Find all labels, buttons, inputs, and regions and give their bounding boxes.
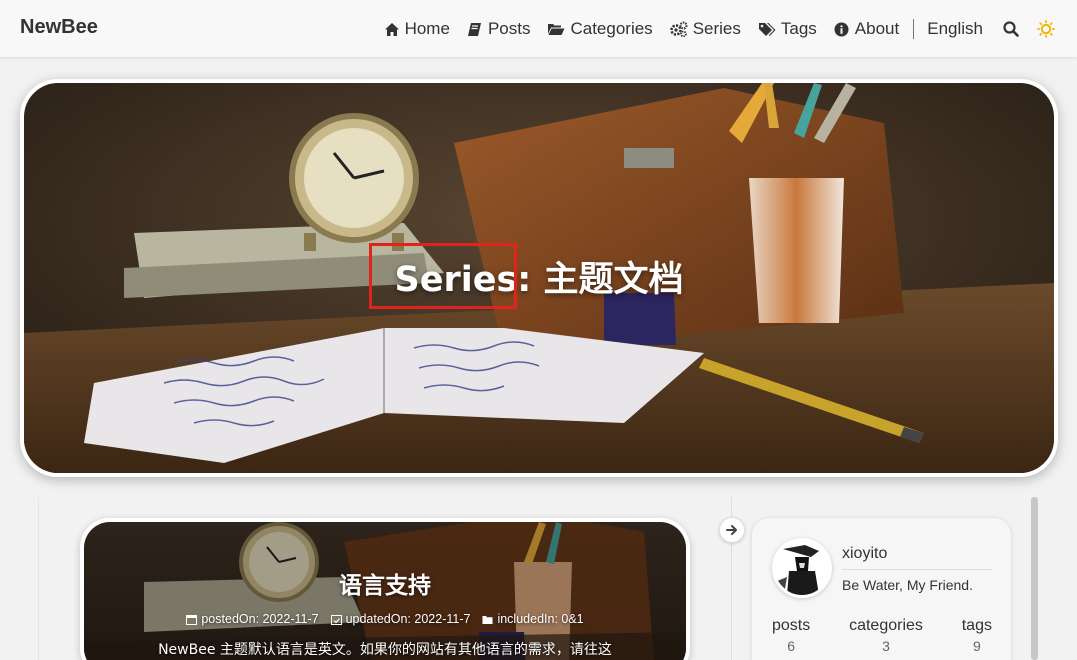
nav-item-home[interactable]: Home: [384, 19, 450, 39]
sidebar-toggle-button[interactable]: [719, 517, 745, 543]
annotation-highlight-box: [369, 243, 517, 309]
language-switcher[interactable]: English: [927, 19, 983, 39]
stat-posts-label: posts: [772, 617, 811, 634]
nav-item-posts[interactable]: Posts: [467, 19, 531, 39]
stat-posts-count: 6: [787, 638, 796, 654]
updated-on: updatedOn: 2022-11-7: [330, 612, 471, 626]
stat-categories-label: categories: [849, 617, 923, 634]
theme-toggle-button[interactable]: [1037, 20, 1055, 38]
stat-categories[interactable]: categories 3: [849, 617, 923, 654]
nav-posts-label: Posts: [487, 19, 531, 38]
arrow-right-icon: [726, 525, 737, 535]
stat-tags[interactable]: tags 9: [962, 617, 992, 654]
site-stats: posts 6 categories 3 tags 9: [772, 617, 992, 654]
top-navbar: NewBee Home Posts Categories Series Tags…: [0, 0, 1077, 58]
nav-item-about[interactable]: About: [834, 19, 899, 39]
sun-icon: [1037, 20, 1055, 38]
stat-tags-label: tags: [961, 617, 992, 634]
included-in-text: includedIn: 0&1: [497, 612, 584, 626]
nav-series-label: Series: [692, 19, 741, 38]
nav-categories-label: Categories: [570, 19, 653, 38]
avatar[interactable]: [772, 538, 832, 598]
posted-on: postedOn: 2022-11-7: [186, 612, 319, 626]
scrollbar[interactable]: [1031, 497, 1038, 660]
nav-about-label: About: [854, 19, 900, 38]
post-card[interactable]: 语言支持 postedOn: 2022-11-7 updatedOn: 2022…: [80, 518, 690, 660]
stat-tags-count: 9: [972, 638, 981, 654]
calendar-check-icon: [330, 614, 342, 625]
home-icon: [384, 21, 400, 37]
nav-tags-label: Tags: [780, 19, 817, 38]
author-name[interactable]: xioyito: [842, 545, 887, 563]
stat-categories-count: 3: [882, 638, 890, 654]
site-brand[interactable]: NewBee: [20, 16, 98, 39]
posted-on-text: postedOn: 2022-11-7: [201, 612, 319, 626]
main-nav: Home Posts Categories Series Tags About …: [367, 0, 1055, 58]
book-icon: [467, 21, 483, 37]
nav-divider: [913, 19, 915, 39]
author-motto: Be Water, My Friend.: [842, 577, 973, 593]
nav-item-tags[interactable]: Tags: [758, 19, 817, 39]
included-in[interactable]: includedIn: 0&1: [482, 612, 584, 626]
tags-icon: [758, 21, 776, 37]
calendar-icon: [186, 614, 198, 625]
post-excerpt: NewBee 主题默认语言是英文。如果你的网站有其他语言的需求，请往这: [158, 642, 612, 658]
folder-open-icon: [547, 21, 565, 37]
nav-item-categories[interactable]: Categories: [547, 19, 653, 39]
author-profile-card: xioyito Be Water, My Friend. posts 6 cat…: [751, 517, 1012, 660]
cogs-icon: [669, 21, 688, 37]
nav-home-label: Home: [404, 19, 450, 38]
nav-item-series[interactable]: Series: [669, 19, 741, 39]
search-button[interactable]: [1003, 21, 1019, 37]
folder-icon: [482, 615, 493, 624]
search-icon: [1003, 21, 1019, 37]
post-meta: postedOn: 2022-11-7 updatedOn: 2022-11-7…: [84, 612, 686, 626]
stat-posts[interactable]: posts 6: [772, 617, 810, 654]
author-divider: [842, 569, 992, 570]
info-circle-icon: [834, 21, 850, 37]
updated-on-text: updatedOn: 2022-11-7: [345, 612, 471, 626]
series-page-title: Series: 主题文档: [394, 260, 684, 300]
series-hero-banner: Series: 主题文档: [20, 79, 1058, 477]
post-title: 语言支持: [339, 573, 431, 599]
